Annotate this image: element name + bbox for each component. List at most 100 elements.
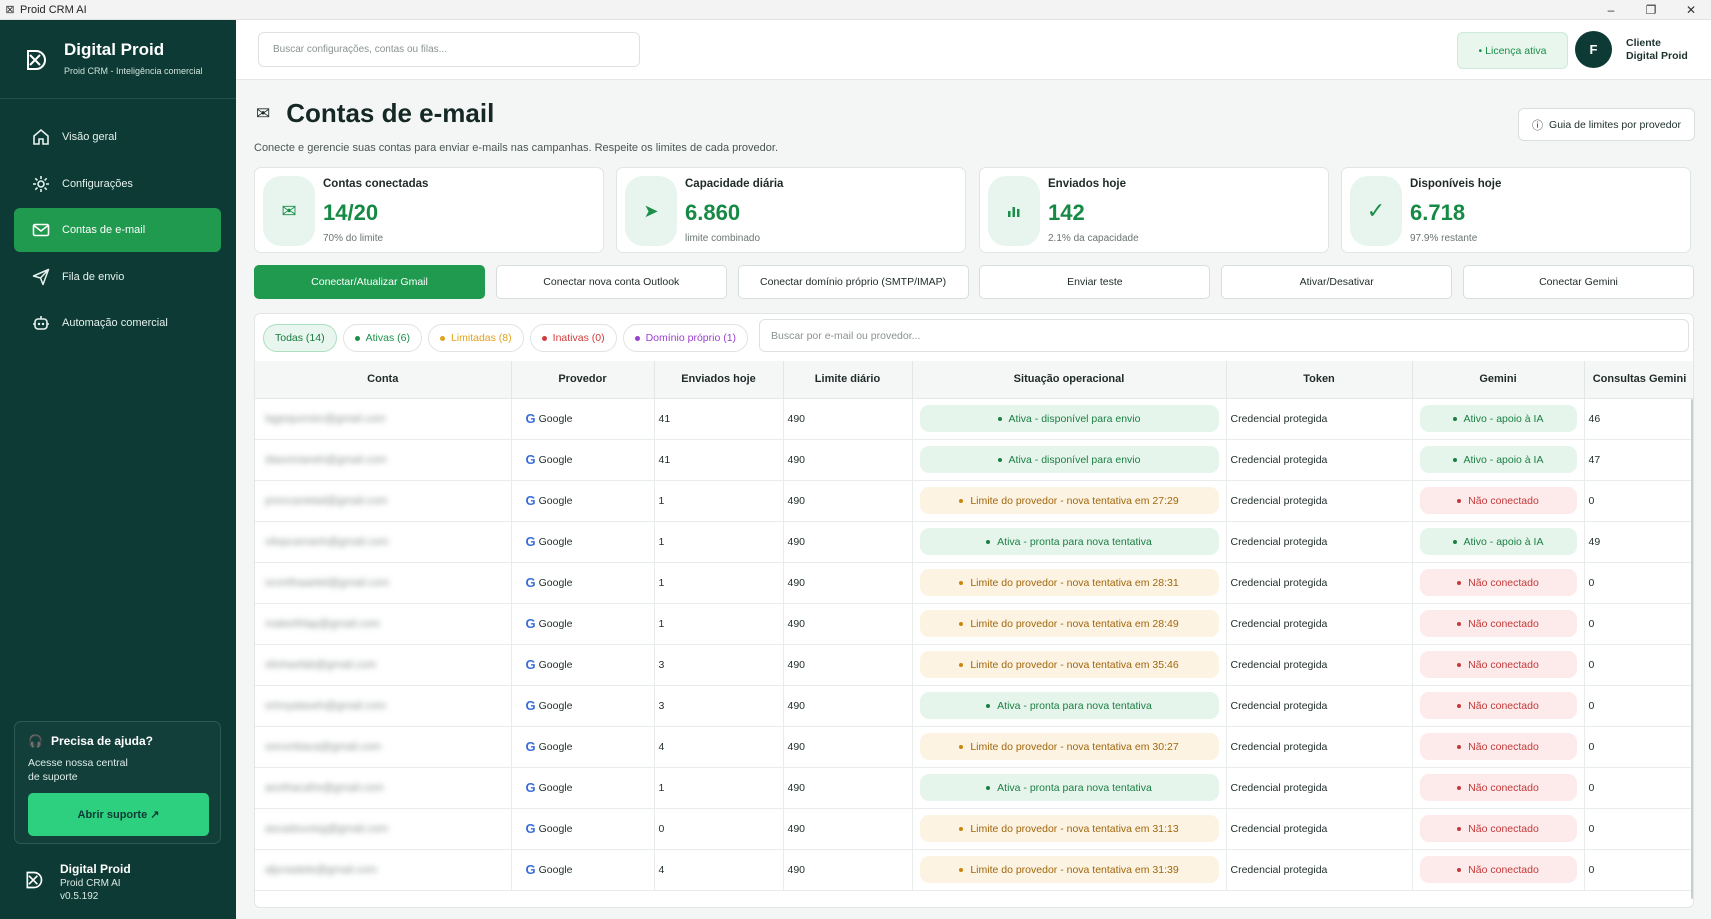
filter-chip-todas[interactable]: Todas (14) — [263, 324, 337, 352]
gemini-queries-cell: 0 — [1584, 808, 1693, 850]
table-row[interactable]: vitopcamanh@gmail.com G Google 1 490 Ativa - … — [255, 521, 1693, 563]
status-dot-icon — [1452, 457, 1457, 462]
filter-chip-limitadas[interactable]: Limitadas (8) — [427, 324, 524, 352]
sidebar-item-contas-de-email[interactable]: Contas de e-mail — [14, 208, 221, 252]
connect-gemini-button[interactable]: Conectar Gemini — [1462, 265, 1694, 299]
maximize-icon[interactable]: ❐ — [1631, 0, 1671, 20]
window-controls: – ❐ ✕ — [1591, 0, 1711, 20]
google-icon: G — [525, 862, 536, 877]
sidebar-item-visao-geral[interactable]: Visão geral — [14, 115, 221, 159]
stat-value: 142 — [1048, 200, 1085, 225]
status-dot-icon — [959, 621, 964, 626]
account-cell: makerlhlap@gmail.com — [255, 603, 512, 645]
gemini-cell: Não conectado — [1412, 644, 1585, 686]
gemini-status-badge: Não conectado — [1419, 569, 1577, 596]
column-header-gemini[interactable]: Gemini — [1412, 361, 1585, 399]
filter-chip-dominio-proprio[interactable]: Domínio próprio (1) — [622, 324, 749, 352]
column-header-conta[interactable]: Conta — [255, 361, 512, 399]
daily-limit-cell: 490 — [783, 726, 913, 768]
provider-name: Google — [538, 453, 573, 466]
avatar[interactable]: F — [1575, 31, 1612, 68]
filter-chip-inativas[interactable]: Inativas (0) — [529, 324, 617, 352]
gemini-queries-cell: 0 — [1584, 685, 1693, 727]
provider-name: Google — [538, 658, 573, 671]
status-text: Limite do provedor - nova tentativa em 2… — [970, 494, 1179, 507]
status-dot-icon — [959, 867, 964, 872]
account-email: makerlhlap@gmail.com — [265, 617, 381, 630]
gemini-status-badge: Ativo - apoio à IA — [1419, 528, 1577, 555]
table-row[interactable]: aovthacafre@gmail.com G Google 1 490 Ativa - … — [255, 767, 1693, 809]
daily-limit-cell: 490 — [783, 439, 913, 481]
column-header-token[interactable]: Token — [1226, 361, 1413, 399]
provider-limits-guide-button[interactable]: ⓘ Guia de limites por provedor — [1518, 108, 1695, 141]
table-scrollbar[interactable] — [1691, 399, 1693, 899]
client-company: Digital Proid — [1626, 50, 1688, 62]
action-bar: Conectar/Atualizar Gmail Conectar nova c… — [254, 265, 1694, 299]
status-badge: Ativa - disponível para envio — [919, 405, 1219, 432]
column-header-provedor[interactable]: Provedor — [511, 361, 655, 399]
daily-limit-cell: 490 — [783, 603, 913, 645]
connect-outlook-button[interactable]: Conectar nova conta Outlook — [495, 265, 727, 299]
connect-gmail-button[interactable]: Conectar/Atualizar Gmail — [254, 265, 485, 299]
account-email: diasvivianeh@gmail.com — [265, 453, 387, 466]
table-row[interactable]: diasvivianeh@gmail.com G Google 41 490 Ativa … — [255, 439, 1693, 481]
status-cell: Ativa - pronta para nova tentativa — [912, 767, 1227, 809]
gemini-status-text: Não conectado — [1468, 863, 1539, 876]
gemini-queries-cell: 0 — [1584, 767, 1693, 809]
connect-custom-domain-button[interactable]: Conectar domínio próprio (SMTP/IMAP) — [737, 265, 969, 299]
google-icon: G — [525, 616, 536, 631]
table-row[interactable]: makerlhlap@gmail.com G Google 1 490 Limite do… — [255, 603, 1693, 645]
table-row[interactable]: olivhaofab@gmail.com G Google 3 490 Limite do… — [255, 644, 1693, 686]
provider-cell: G Google — [511, 644, 655, 686]
gemini-status-badge: Ativo - apoio à IA — [1419, 405, 1577, 432]
account-cell: aovthacafre@gmail.com — [255, 767, 512, 809]
status-cell: Ativa - disponível para envio — [912, 398, 1227, 440]
account-cell: lagesjunnior@gmail.com — [255, 398, 512, 440]
column-header-situacao-operacional[interactable]: Situação operacional — [912, 361, 1227, 399]
table-row[interactable]: lagesjunnior@gmail.com G Google 41 490 Ativa … — [255, 398, 1693, 440]
sidebar-item-label: Configurações — [62, 177, 133, 190]
gemini-cell: Ativo - apoio à IA — [1412, 439, 1585, 481]
global-search-input[interactable] — [258, 32, 640, 67]
brand-logo-icon — [26, 871, 43, 889]
info-icon: ⓘ — [1532, 119, 1544, 132]
table-row[interactable]: ascadouviog@gmail.com G Google 0 490 Limite d… — [255, 808, 1693, 850]
account-search-input[interactable] — [759, 319, 1689, 352]
column-header-enviados-hoje[interactable]: Enviados hoje — [654, 361, 784, 399]
sidebar-item-fila-de-envio[interactable]: Fila de envio — [14, 255, 221, 299]
status-dot-icon — [354, 335, 360, 341]
filter-chip-ativas[interactable]: Ativas (6) — [342, 324, 422, 352]
column-header-consultas-gemini[interactable]: Consultas Gemini — [1584, 361, 1693, 399]
client-name[interactable]: Cliente Digital Proid — [1626, 37, 1688, 63]
close-icon[interactable]: ✕ — [1671, 0, 1711, 20]
status-cell: Limite do provedor - nova tentativa em 3… — [912, 644, 1227, 686]
status-badge: Limite do provedor - nova tentativa em 3… — [919, 733, 1219, 760]
minimize-icon[interactable]: – — [1591, 0, 1631, 20]
toggle-account-button[interactable]: Ativar/Desativar — [1221, 265, 1453, 299]
token-cell: Credencial protegida — [1226, 480, 1413, 522]
sidebar-item-configuracoes[interactable]: Configurações — [14, 162, 221, 206]
status-dot-icon — [997, 457, 1002, 462]
stat-label: Disponíveis hoje — [1410, 178, 1502, 190]
provider-cell: G Google — [511, 849, 655, 891]
table-row[interactable]: proncanetad@gmail.com G Google 1 490 Limite d… — [255, 480, 1693, 522]
sidebar-item-automacao-comercial[interactable]: Automação comercial — [14, 301, 221, 345]
table-row[interactable]: oorumbaca@gmail.com G Google 4 490 Limite do … — [255, 726, 1693, 768]
google-icon: G — [525, 739, 536, 754]
table-row[interactable]: aljuraatele@gmail.com G Google 4 490 Limite d… — [255, 849, 1693, 891]
status-cell: Limite do provedor - nova tentativa em 2… — [912, 480, 1227, 522]
stat-card-capacidade-diaria: ➤ Capacidade diária 6.860 limite combina… — [616, 167, 966, 253]
gemini-status-text: Ativo - apoio à IA — [1463, 412, 1544, 425]
open-support-button[interactable]: Abrir suporte ↗ — [28, 793, 209, 836]
table-row[interactable]: ocorithaaetel@gmail.com G Google 1 490 Limite… — [255, 562, 1693, 604]
table-row[interactable]: ortmyalaveh@gmail.com G Google 3 490 Ativa - … — [255, 685, 1693, 727]
brand: Digital Proid Proid CRM - Inteligência c… — [24, 40, 203, 76]
token-cell: Credencial protegida — [1226, 685, 1413, 727]
column-header-limite-diario[interactable]: Limite diário — [783, 361, 913, 399]
daily-limit-cell: 490 — [783, 767, 913, 809]
stat-label: Capacidade diária — [685, 178, 784, 190]
status-dot-icon — [1452, 416, 1457, 421]
google-icon: G — [525, 821, 536, 836]
send-test-button[interactable]: Enviar teste — [979, 265, 1211, 299]
gemini-status-badge: Não conectado — [1419, 487, 1577, 514]
